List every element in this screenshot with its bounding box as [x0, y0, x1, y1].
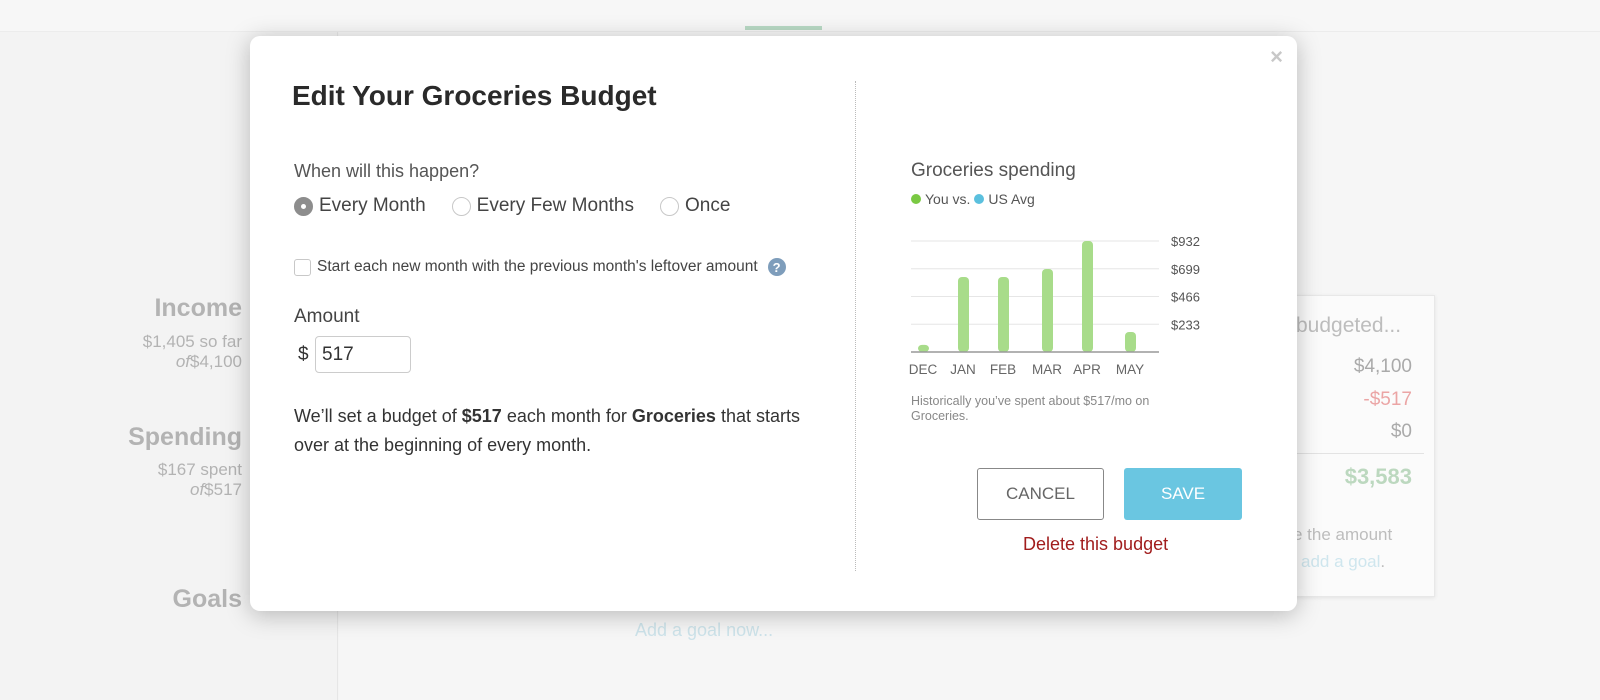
card-remaining: $3,583 [1344, 464, 1412, 489]
goals-heading: Goals [172, 585, 242, 613]
delete-budget-link[interactable]: Delete this budget [1023, 534, 1168, 555]
bar-feb [998, 276, 1009, 352]
spending-spent: $167 spent [157, 460, 242, 479]
income-total-value: $4,100 [190, 352, 242, 371]
cancel-button[interactable]: CANCEL [977, 468, 1104, 520]
spending-total: of$517 [190, 480, 242, 499]
amount-input[interactable] [315, 336, 411, 373]
desc-text: We’ll set a budget of [294, 406, 462, 426]
bar-may [1125, 331, 1136, 352]
currency-symbol: $ [298, 344, 309, 365]
edit-budget-modal: × Edit Your Groceries Budget When will t… [250, 36, 1297, 611]
card-other: $0 [1390, 421, 1412, 442]
card-text: e the amount [1293, 525, 1393, 544]
help-icon[interactable]: ? [767, 258, 786, 276]
card-divider [1281, 453, 1424, 454]
rollover-label: Start each new month with the previous m… [317, 258, 758, 275]
spending-total-value: $517 [204, 480, 242, 499]
radio-unselected-icon[interactable] [659, 196, 679, 216]
y-tick-label: $233 [1171, 317, 1200, 332]
amount-label: Amount [294, 306, 360, 327]
legend-you-dot [911, 194, 921, 204]
chart-title: Groceries spending [911, 160, 1076, 181]
chart-note: Historically you’ve spent about $517/mo … [911, 394, 1150, 423]
radio-every-month[interactable]: Every Month [294, 195, 426, 217]
spending-heading: Spending [128, 423, 242, 451]
x-tick-label: MAR [1032, 362, 1062, 377]
spending-bar-chart: $233 $466 $699 $932 DEC JAN FEB MAR APR MAY [909, 234, 1200, 377]
y-tick-label: $932 [1171, 234, 1200, 249]
close-icon[interactable]: × [1270, 44, 1283, 70]
of-label: of [189, 480, 205, 499]
radio-unselected-icon[interactable] [451, 196, 471, 216]
card-title: budgeted... [1296, 314, 1402, 337]
add-goal-link[interactable]: add a goal [1301, 552, 1380, 571]
save-button[interactable]: SAVE [1124, 468, 1242, 520]
of-label: of [175, 352, 190, 371]
modal-divider [855, 81, 856, 571]
radio-every-few-months[interactable]: Every Few Months [451, 195, 634, 217]
income-so-far: $1,405 so far [142, 332, 242, 351]
legend-you: You vs. [925, 191, 971, 207]
radio-label: Once [684, 195, 731, 216]
income-heading: Income [154, 294, 242, 322]
desc-category: Groceries [631, 406, 716, 426]
radio-label: Every Month [319, 195, 426, 216]
x-tick-label: APR [1073, 362, 1101, 377]
active-tab-indicator [745, 26, 822, 30]
radio-selected-icon[interactable] [294, 196, 313, 216]
legend-us-avg: US Avg [988, 191, 1035, 207]
desc-text: each month for [501, 406, 632, 426]
modal-title: Edit Your Groceries Budget [292, 80, 657, 111]
legend-us-avg-dot [974, 194, 985, 204]
x-tick-label: MAY [1116, 362, 1144, 377]
budget-description: We’ll set a budget of $517 each month fo… [294, 402, 814, 460]
rollover-checkbox-row[interactable]: Start each new month with the previous m… [294, 258, 786, 276]
bar-apr [1082, 241, 1093, 352]
card-budget: -$517 [1363, 389, 1412, 410]
x-tick-label: JAN [950, 362, 976, 377]
desc-amount: $517 [461, 406, 502, 426]
card-link-line: add a goal. [1301, 552, 1385, 572]
frequency-question: When will this happen? [294, 161, 480, 181]
bar-jan [958, 276, 969, 352]
radio-once[interactable]: Once [659, 195, 731, 217]
chart-legend: You vs. US Avg [911, 191, 1035, 207]
rollover-checkbox[interactable] [294, 258, 311, 276]
bar-mar [1042, 268, 1053, 352]
card-income: $4,100 [1353, 356, 1412, 377]
bar-dec [918, 344, 929, 352]
income-total: of$4,100 [176, 352, 242, 371]
y-tick-label: $466 [1171, 290, 1200, 305]
x-tick-label: FEB [990, 362, 1016, 377]
x-tick-label: DEC [909, 362, 938, 377]
period: . [1380, 552, 1386, 571]
y-tick-label: $699 [1171, 262, 1200, 277]
radio-label: Every Few Months [476, 195, 634, 216]
add-goal-now-link[interactable]: Add a goal now... [635, 620, 773, 641]
frequency-radio-group: Every Month Every Few Months Once [294, 195, 730, 217]
